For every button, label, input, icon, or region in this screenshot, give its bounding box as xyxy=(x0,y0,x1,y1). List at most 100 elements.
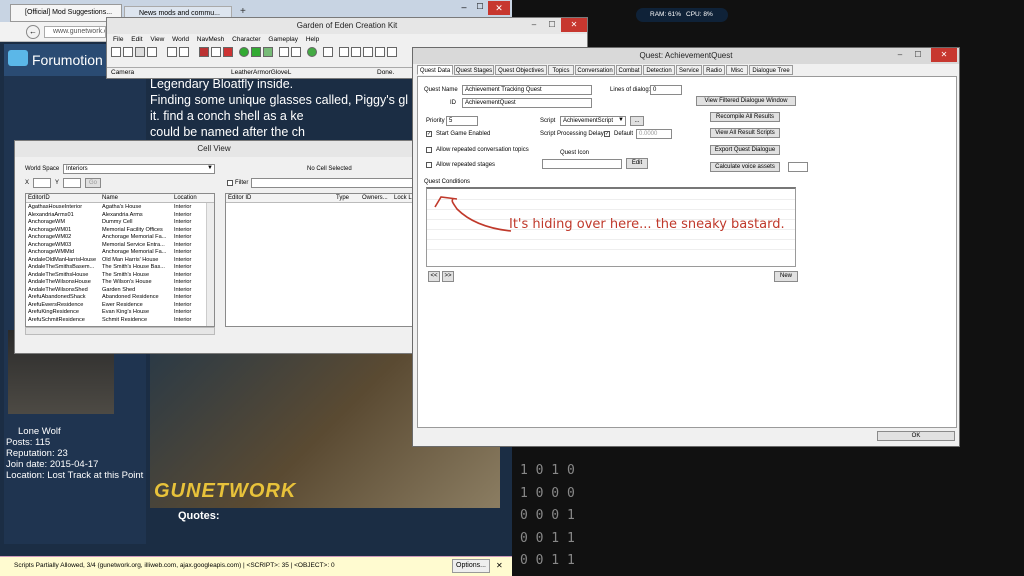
options-button[interactable]: Options... xyxy=(452,559,490,573)
toolbar-icon[interactable] xyxy=(239,47,249,57)
tab-dialogue-tree[interactable]: Dialogue Tree xyxy=(749,65,793,75)
tab-conversation[interactable]: Conversation xyxy=(575,65,615,75)
calculate-voice-assets-button[interactable]: Calculate voice assets xyxy=(710,162,780,172)
column-header-location[interactable]: Location xyxy=(174,194,197,203)
table-row[interactable]: AnchorageWMMid Anchorage Memorial Fa... In… xyxy=(26,249,206,257)
toolbar-icon[interactable] xyxy=(251,47,261,57)
allow-repeated-stages-checkbox[interactable] xyxy=(426,162,432,168)
menu-help[interactable]: Help xyxy=(306,36,319,43)
tab-service[interactable]: Service xyxy=(676,65,702,75)
table-row[interactable]: ArefuSchmitResidence Schmit Residence Inte… xyxy=(26,317,206,325)
view-filtered-dialogue-button[interactable]: View Filtered Dialogue Window xyxy=(696,96,796,106)
quest-conditions-list[interactable]: It's hiding over here... the sneaky bast… xyxy=(426,187,796,267)
x-coordinate-input[interactable] xyxy=(33,178,51,188)
geck-maximize-button[interactable]: ☐ xyxy=(543,18,561,32)
menu-edit[interactable]: Edit xyxy=(131,36,142,43)
toolbar-icon[interactable] xyxy=(199,47,209,57)
user-name[interactable]: Lone Wolf xyxy=(6,426,146,437)
export-quest-dialogue-button[interactable]: Export Quest Dialogue xyxy=(710,145,780,155)
table-row[interactable]: AndaleTheWilsonsHouse The Wilson's House I… xyxy=(26,279,206,287)
column-header-name[interactable]: Name xyxy=(102,194,118,203)
conditions-prev-button[interactable]: << xyxy=(428,271,440,282)
table-row[interactable]: AnchorageWM03 Memorial Service Entra... In… xyxy=(26,242,206,250)
quest-ok-button[interactable]: OK xyxy=(877,431,955,441)
quest-name-input[interactable]: Achievement Tracking Quest xyxy=(462,85,592,95)
table-row[interactable]: AndaleTheSmithsBasem... The Smith's House… xyxy=(26,264,206,272)
tab-radio[interactable]: Radio xyxy=(703,65,725,75)
toolbar-icon[interactable] xyxy=(179,47,189,57)
toolbar-icon[interactable] xyxy=(211,47,221,57)
browser-minimize-button[interactable]: – xyxy=(456,2,472,14)
cell-list[interactable]: EditorID Name Location AgathasHouseInter… xyxy=(25,193,215,327)
tab-combat[interactable]: Combat xyxy=(616,65,642,75)
tab-detection[interactable]: Detection xyxy=(643,65,675,75)
menu-navmesh[interactable]: NavMesh xyxy=(197,36,224,43)
browser-close-button[interactable]: ✕ xyxy=(488,1,510,15)
tab-misc[interactable]: Misc xyxy=(726,65,748,75)
forum-logo[interactable]: Forumotion xyxy=(32,52,103,68)
conditions-new-button[interactable]: New xyxy=(774,271,798,282)
tab-quest-data[interactable]: Quest Data xyxy=(417,65,453,75)
script-edit-button[interactable]: ... xyxy=(630,116,644,126)
go-button[interactable]: Go xyxy=(85,178,101,188)
column-header-editor-id[interactable]: Editor ID xyxy=(228,194,251,203)
table-row[interactable]: ArefuAbandonedShack Abandoned Residence In… xyxy=(26,294,206,302)
table-row[interactable]: AlexandriaArms01 Alexandria Arms Interior xyxy=(26,212,206,220)
toolbar-icon[interactable] xyxy=(167,47,177,57)
cell-list-hscrollbar[interactable] xyxy=(25,327,215,335)
back-button-icon[interactable]: ← xyxy=(26,25,40,39)
toolbar-icon[interactable] xyxy=(363,47,373,57)
menu-world[interactable]: World xyxy=(172,36,189,43)
menu-file[interactable]: File xyxy=(113,36,123,43)
table-row[interactable]: AndaleOldManHarrisHouse Old Man Harris' H… xyxy=(26,257,206,265)
status-close-icon[interactable]: ✕ xyxy=(496,561,503,570)
quest-minimize-button[interactable]: – xyxy=(891,48,909,62)
recompile-all-results-button[interactable]: Recompile All Results xyxy=(710,112,780,122)
table-row[interactable]: AgathasHouseInterior Agatha's House Interi… xyxy=(26,204,206,212)
toolbar-icon[interactable] xyxy=(387,47,397,57)
table-row[interactable]: AndaleTheWilsonsShed Garden Shed Interior xyxy=(26,287,206,295)
toolbar-icon[interactable] xyxy=(323,47,333,57)
conditions-next-button[interactable]: >> xyxy=(442,271,454,282)
table-row[interactable]: AndaleTheSmithsHouse The Smith's House Int… xyxy=(26,272,206,280)
quest-icon-edit-button[interactable]: Edit xyxy=(626,158,648,169)
toolbar-icon[interactable] xyxy=(351,47,361,57)
toolbar-icon[interactable] xyxy=(375,47,385,57)
filter-input[interactable] xyxy=(251,178,413,188)
table-row[interactable]: ArefuKingResidence Evan King's House Inter… xyxy=(26,309,206,317)
priority-input[interactable]: 5 xyxy=(446,116,478,126)
table-row[interactable]: AnchorageWM Dummy Cell Interior xyxy=(26,219,206,227)
allow-repeated-topics-checkbox[interactable] xyxy=(426,147,432,153)
toolbar-icon[interactable] xyxy=(223,47,233,57)
menu-view[interactable]: View xyxy=(150,36,164,43)
toolbar-icon[interactable] xyxy=(291,47,301,57)
toolbar-icon[interactable] xyxy=(279,47,289,57)
toolbar-icon[interactable] xyxy=(135,47,145,57)
browser-maximize-button[interactable]: ☐ xyxy=(472,2,488,14)
table-row[interactable]: AnchorageWM02 Anchorage Memorial Fa... Int… xyxy=(26,234,206,242)
menu-character[interactable]: Character xyxy=(232,36,261,43)
toolbar-icon[interactable] xyxy=(307,47,317,57)
table-row[interactable]: ArefuEwersResidence Ewer Residence Interio… xyxy=(26,302,206,310)
column-header-owners[interactable]: Owners... xyxy=(362,194,388,203)
filter-checkbox[interactable] xyxy=(227,180,233,186)
quest-icon-input[interactable] xyxy=(542,159,622,169)
toolbar-icon[interactable] xyxy=(123,47,133,57)
address-bar[interactable]: www.gunetwork.c xyxy=(44,26,106,38)
cell-list-scrollbar[interactable] xyxy=(206,203,214,326)
tab-topics[interactable]: Topics xyxy=(548,65,574,75)
view-all-result-scripts-button[interactable]: View All Result Scripts xyxy=(710,128,780,138)
quest-id-input[interactable]: AchievementQuest xyxy=(462,98,592,108)
column-header-type[interactable]: Type xyxy=(336,194,349,203)
script-dropdown-icon[interactable]: ▼ xyxy=(618,117,624,123)
world-space-dropdown-icon[interactable]: ▼ xyxy=(207,165,213,171)
quest-close-button[interactable]: ✕ xyxy=(931,48,957,62)
geck-close-button[interactable]: ✕ xyxy=(561,18,587,32)
menu-gameplay[interactable]: Gameplay xyxy=(268,36,298,43)
tab-quest-stages[interactable]: Quest Stages xyxy=(454,65,494,75)
reference-list[interactable]: Editor ID Type Owners... Lock L xyxy=(225,193,415,327)
tab-quest-objectives[interactable]: Quest Objectives xyxy=(495,65,547,75)
column-header-lock[interactable]: Lock L xyxy=(394,194,412,203)
quest-maximize-button[interactable]: ☐ xyxy=(909,48,927,62)
toolbar-icon[interactable] xyxy=(263,47,273,57)
